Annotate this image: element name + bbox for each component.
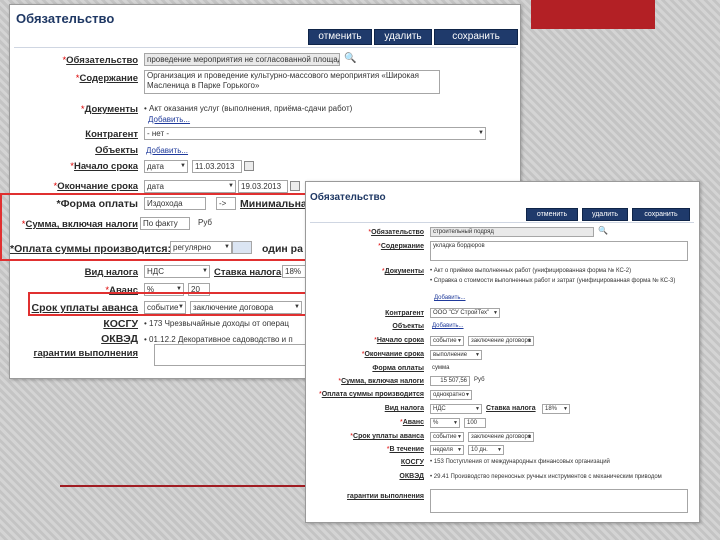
okved-value: • 29.41 Производство переносных ручных и… (430, 474, 662, 480)
delete-button[interactable]: удалить (374, 29, 432, 45)
save-button[interactable]: сохранить (434, 29, 518, 45)
calendar-icon[interactable] (244, 161, 254, 171)
start-event-select[interactable]: заключение договора (468, 336, 534, 346)
tax-type-select[interactable]: НДС (144, 265, 210, 278)
kosgu-value: • 173 Чрезвычайные доходы от операц (144, 319, 289, 328)
guarantee-textarea[interactable] (154, 344, 314, 366)
within-unit-select[interactable]: неделя (430, 445, 464, 455)
kosgu-label: КОСГУ (400, 459, 424, 466)
obligation-field[interactable]: строительный подряд (430, 227, 594, 237)
highlight-box (0, 193, 324, 261)
form-title: Обязательство (310, 192, 386, 203)
search-icon[interactable]: 🔍 (344, 53, 356, 64)
divider (310, 222, 694, 223)
kosgu-value: • 153 Поступления от международных финан… (430, 459, 610, 465)
counterparty-label: Контрагент (85, 129, 138, 140)
guarantee-textarea[interactable] (430, 489, 688, 513)
payment-when-label: *Оплата суммы производится (318, 391, 424, 398)
end-label: *Окончание срока (361, 351, 424, 358)
tax-rate-select[interactable]: 18% (282, 265, 306, 278)
guarantee-label: гарантии выполнения (33, 348, 138, 359)
advance-term-event-select[interactable]: заключение договора (468, 432, 534, 442)
end-type-select[interactable]: выполнение (430, 350, 482, 360)
end-label: *Окончание срока (53, 181, 139, 192)
tax-rate-label: Ставка налога (486, 405, 536, 412)
cancel-button[interactable]: отменить (308, 29, 372, 45)
documents-label: *Документы (80, 104, 138, 115)
calendar-icon[interactable] (290, 181, 300, 191)
content-textarea[interactable]: укладка бордюров (430, 241, 688, 261)
decor-red-line (60, 485, 320, 487)
counterparty-select[interactable]: ООО "СУ СтройТех" (430, 308, 500, 318)
okved-value: • 01.12.2 Декоративное садоводство и п (144, 335, 293, 344)
start-type-select[interactable]: дата (144, 160, 188, 173)
save-button[interactable]: сохранить (632, 208, 690, 221)
advance-term-label: *Срок уплаты аванса (350, 433, 424, 440)
guarantee-label: гарантии выполнения (347, 493, 424, 500)
highlight-box (28, 292, 308, 316)
search-icon[interactable]: 🔍 (598, 226, 608, 235)
advance-label: *Аванс (399, 419, 424, 426)
add-object-link[interactable]: Добавить... (432, 323, 464, 329)
obligation-field[interactable]: проведение мероприятия не согласованной … (144, 53, 340, 66)
payment-form-value: сумма (432, 365, 450, 371)
payment-when-select[interactable]: однократно (430, 390, 472, 400)
tax-type-label: Вид налога (384, 405, 424, 412)
tax-type-label: Вид налога (84, 267, 138, 278)
document-item: • Акт о приёмке выполненных работ (унифи… (430, 268, 632, 274)
currency-label: Руб (474, 377, 485, 383)
form-title: Обязательство (16, 11, 115, 26)
objects-label: Объекты (392, 323, 424, 330)
end-date-input[interactable]: 19.03.2013 (238, 180, 288, 193)
end-type-select[interactable]: дата (144, 180, 236, 193)
within-value-select[interactable]: 10 дн. (468, 445, 504, 455)
content-label: *Содержание (378, 243, 424, 250)
advance-input[interactable]: 100 (464, 418, 486, 428)
advance-unit-select[interactable]: % (430, 418, 460, 428)
counterparty-select[interactable]: - нет - (144, 127, 486, 140)
payment-form-label: Форма оплаты (372, 365, 424, 372)
divider (14, 47, 516, 48)
obligation-label: *Обязательство (62, 55, 138, 66)
tax-type-select[interactable]: НДС (430, 404, 482, 414)
start-label: *Начало срока (374, 337, 424, 344)
documents-label: *Документы (381, 268, 424, 275)
sum-label: *Сумма, включая налоги (338, 378, 424, 385)
tax-rate-select[interactable]: 18% (542, 404, 570, 414)
sum-input[interactable]: 15 507,56 (430, 376, 470, 386)
tax-rate-label: Ставка налога (214, 267, 282, 278)
document-item: • Справка о стоимости выполненных работ … (430, 278, 676, 284)
add-document-link[interactable]: Добавить... (148, 115, 190, 124)
decor-red-rectangle (531, 0, 655, 29)
add-document-link[interactable]: Добавить... (434, 295, 466, 301)
objects-label: Объекты (95, 145, 138, 156)
content-label: *Содержание (75, 73, 138, 84)
obligation-label: *Обязательство (368, 229, 424, 236)
okved-label: ОКВЭД (101, 333, 138, 345)
cancel-button[interactable]: отменить (526, 208, 578, 221)
kosgu-label: КОСГУ (103, 318, 138, 330)
within-label: *В течение (386, 446, 424, 453)
okved-label: ОКВЭД (399, 473, 424, 480)
add-object-link[interactable]: Добавить... (146, 146, 188, 155)
content-textarea[interactable]: Организация и проведение культурно-массо… (144, 70, 440, 94)
document-item: • Акт оказания услуг (выполнения, приёма… (144, 104, 353, 113)
start-label: *Начало срока (70, 161, 138, 172)
delete-button[interactable]: удалить (582, 208, 628, 221)
advance-term-type-select[interactable]: событие (430, 432, 464, 442)
start-date-input[interactable]: 11.03.2013 (192, 160, 242, 173)
start-type-select[interactable]: событие (430, 336, 464, 346)
counterparty-label: Контрагент (385, 310, 424, 317)
obligation-form-window-2: Обязательство отменить удалить сохранить… (305, 181, 700, 523)
